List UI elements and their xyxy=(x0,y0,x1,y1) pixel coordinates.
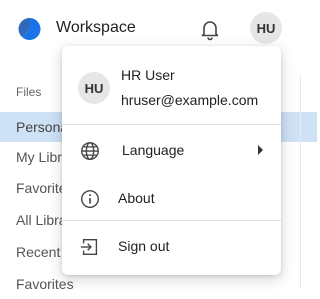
menu-divider xyxy=(62,124,281,125)
menu-avatar: HU xyxy=(78,72,110,104)
menu-divider xyxy=(62,220,281,221)
user-name: HR User xyxy=(121,67,175,83)
sidebar-section-label: Files xyxy=(16,85,42,99)
menu-item-language[interactable]: Language xyxy=(62,131,281,171)
menu-item-about[interactable]: About xyxy=(62,179,281,219)
menu-item-label: Sign out xyxy=(118,238,170,254)
app-title: Workspace xyxy=(56,19,136,36)
menu-item-sign-out[interactable]: Sign out xyxy=(62,227,281,267)
user-menu: HU HR User hruser@example.com Language A… xyxy=(62,46,281,275)
user-email: hruser@example.com xyxy=(121,92,259,108)
sign-out-icon xyxy=(80,238,98,256)
globe-icon xyxy=(81,142,99,160)
chevron-right-icon xyxy=(258,145,263,155)
info-icon xyxy=(81,190,99,208)
menu-item-label: Language xyxy=(122,142,185,158)
app-logo-icon[interactable] xyxy=(18,17,42,41)
menu-item-label: About xyxy=(118,190,155,206)
sidebar-item-label: Favorites xyxy=(16,276,74,292)
user-avatar-button[interactable]: HU xyxy=(250,12,282,44)
content-divider xyxy=(300,76,301,289)
bell-icon[interactable] xyxy=(198,17,222,41)
